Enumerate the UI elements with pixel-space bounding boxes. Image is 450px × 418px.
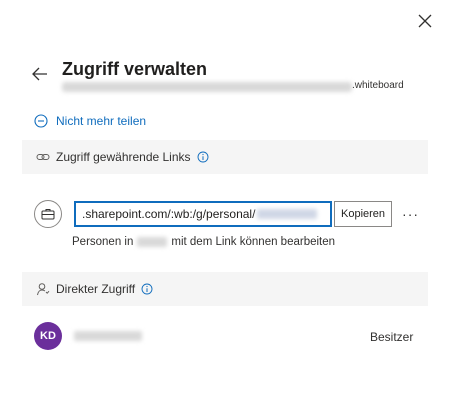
link-url-field[interactable]: .sharepoint.com/:wb:/g/personal/ (74, 201, 332, 227)
link-url-text: .sharepoint.com/:wb:/g/personal/ (82, 207, 256, 221)
close-icon (418, 14, 432, 28)
person-row: KD (34, 322, 142, 350)
direct-access-heading: Direkter Zugriff (56, 282, 136, 296)
back-button[interactable] (30, 64, 50, 84)
remove-circle-icon (34, 114, 48, 128)
link-permission-description: Personen in mit dem Link können bearbeit… (72, 236, 335, 248)
close-button[interactable] (414, 10, 436, 32)
stop-sharing-button[interactable]: Nicht mehr teilen (34, 114, 146, 128)
person-icon (37, 283, 50, 296)
links-section-header: Zugriff gewährende Links (22, 140, 428, 174)
link-type-badge (34, 200, 62, 228)
person-name-redacted (74, 331, 142, 341)
desc-before: Personen in (72, 236, 134, 248)
link-icon (36, 154, 50, 160)
page-title: Zugriff verwalten (62, 59, 208, 79)
person-role: Besitzer (370, 330, 414, 344)
sharing-link-row: .sharepoint.com/:wb:/g/personal/ Kopiere… (34, 200, 419, 228)
organization-redacted (137, 237, 168, 247)
file-extension: .whiteboard (352, 80, 404, 91)
file-name-redacted (62, 82, 352, 92)
more-options-button[interactable]: ··· (402, 206, 419, 222)
info-icon[interactable] (141, 283, 153, 295)
briefcase-icon (41, 209, 55, 220)
info-icon[interactable] (197, 151, 209, 163)
link-url-redacted (257, 209, 318, 219)
links-section-heading: Zugriff gewährende Links (56, 150, 191, 164)
avatar: KD (34, 322, 62, 350)
desc-after: mit dem Link können bearbeiten (171, 236, 336, 248)
copy-button[interactable]: Kopieren (334, 201, 393, 227)
stop-sharing-label: Nicht mehr teilen (56, 114, 147, 128)
direct-access-section-header: Direkter Zugriff (22, 272, 428, 306)
back-arrow-icon (32, 67, 47, 81)
